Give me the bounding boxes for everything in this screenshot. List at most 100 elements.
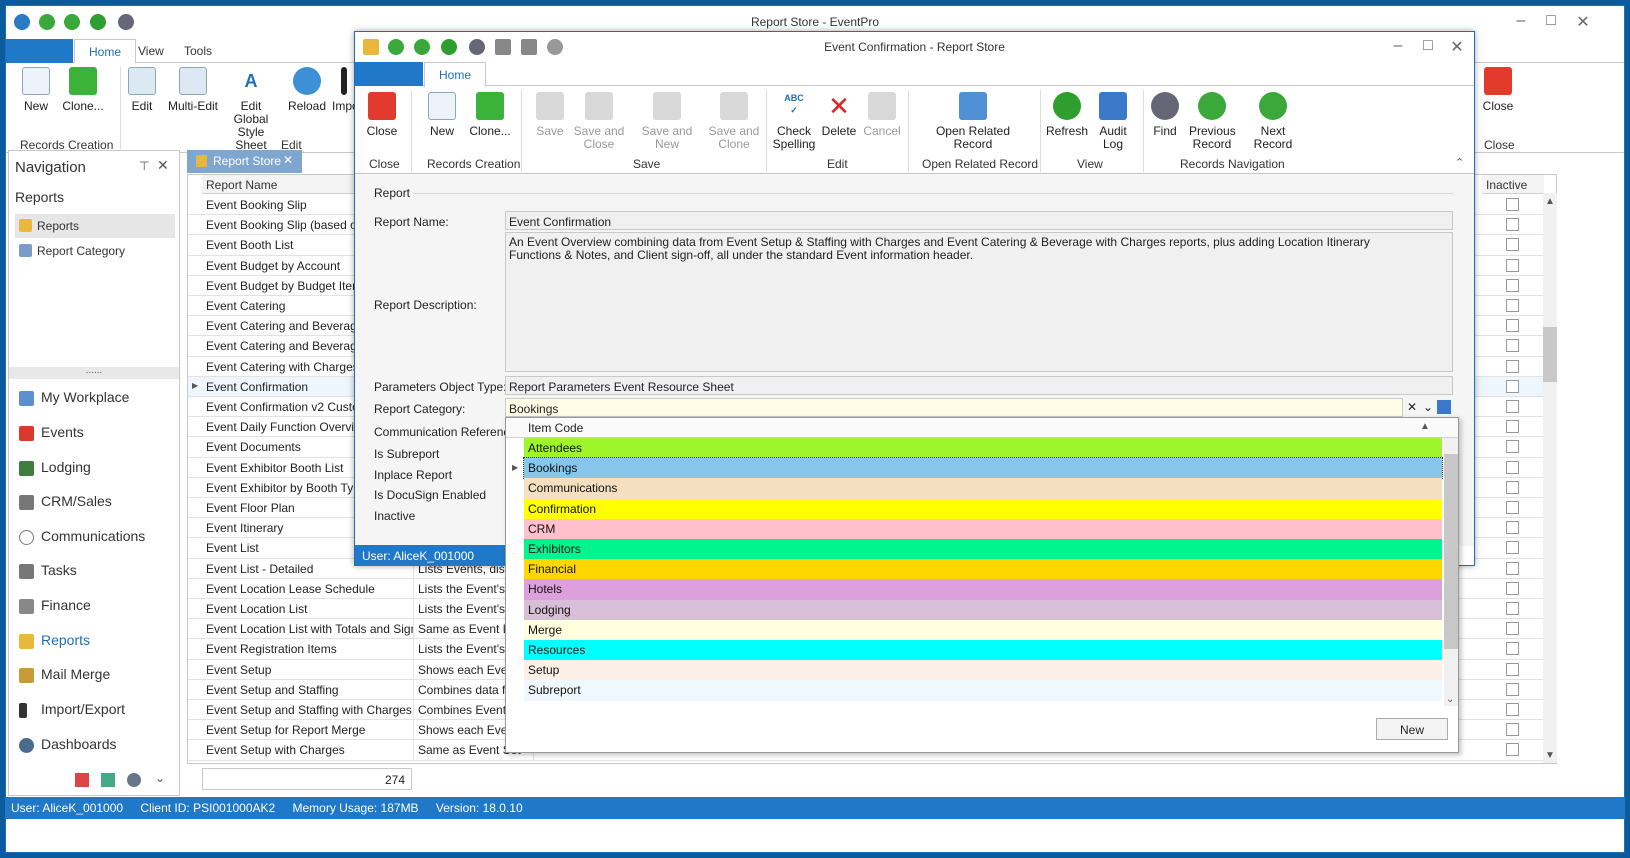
edit-global-style-sheet-button[interactable]: A Edit Global Style Sheet xyxy=(222,67,280,152)
dialog-tab-home[interactable]: Home xyxy=(424,62,487,87)
module-events[interactable]: Events xyxy=(19,424,84,446)
dropdown-scroll-down-icon[interactable]: ⌄ xyxy=(1446,694,1454,705)
dialog-close-icon[interactable]: ✕ xyxy=(1442,37,1472,57)
close-icon[interactable]: ✕ xyxy=(1568,12,1598,32)
new-button[interactable]: New xyxy=(16,67,56,113)
main-close-button[interactable]: Close xyxy=(1476,67,1520,113)
nav-splitter[interactable]: ...... xyxy=(9,366,179,379)
report-name-cell[interactable]: Event Location Lease Schedule xyxy=(202,578,414,599)
next-record-button[interactable]: Next Record xyxy=(1241,92,1305,151)
dropdown-item-communications[interactable]: Communications xyxy=(524,478,1442,499)
inactive-checkbox[interactable] xyxy=(1506,521,1519,535)
dropdown-item-crm[interactable]: CRM xyxy=(524,518,1442,539)
dropdown-item-lodging[interactable]: Lodging xyxy=(524,599,1442,620)
inactive-checkbox[interactable] xyxy=(1506,299,1519,312)
inactive-checkbox[interactable] xyxy=(1506,218,1519,232)
inactive-checkbox[interactable] xyxy=(1506,238,1519,252)
nav-close-icon[interactable]: ✕ xyxy=(157,157,169,174)
document-tab-report-store[interactable]: Report Store ✕ xyxy=(187,150,302,173)
report-name-cell[interactable]: Event Setup and Staffing xyxy=(202,679,414,700)
dialog-new-button[interactable]: New xyxy=(421,92,463,138)
collapse-ribbon-icon[interactable]: ⌃ xyxy=(1455,156,1464,169)
inactive-checkbox[interactable] xyxy=(1506,501,1519,514)
dialog-save-button[interactable]: Save xyxy=(530,92,570,138)
minimize-icon[interactable]: – xyxy=(1506,12,1536,30)
inactive-checkbox[interactable] xyxy=(1506,682,1519,696)
inactive-checkbox[interactable] xyxy=(1506,743,1519,757)
import-button[interactable]: Impo xyxy=(332,67,356,113)
item-code-column-header[interactable]: Item Code xyxy=(528,421,583,435)
dropdown-scroll-thumb[interactable] xyxy=(1444,454,1458,649)
inactive-checkbox[interactable] xyxy=(1506,379,1519,393)
inactive-checkbox[interactable] xyxy=(1506,723,1519,737)
inactive-checkbox[interactable] xyxy=(1506,359,1519,373)
inactive-checkbox[interactable] xyxy=(1506,541,1519,555)
chevron-down-icon[interactable]: ⌄ xyxy=(155,771,165,785)
inactive-checkbox[interactable] xyxy=(1506,703,1519,716)
report-name-cell[interactable]: Event Location List xyxy=(202,599,414,619)
grid-vertical-scrollbar[interactable] xyxy=(1543,193,1557,763)
settings-icon[interactable] xyxy=(127,773,141,787)
report-name-cell[interactable]: Event Setup for Report Merge xyxy=(202,720,414,741)
report-name-cell[interactable]: Event Setup with Charges xyxy=(202,740,414,761)
inactive-checkbox[interactable] xyxy=(1506,622,1519,636)
module-reports[interactable]: Reports xyxy=(19,632,90,654)
report-name-cell[interactable]: Event Registration Items xyxy=(202,639,414,660)
inactive-checkbox[interactable] xyxy=(1506,420,1519,434)
check-spelling-button[interactable]: ABC ✓ Check Spelling xyxy=(771,92,817,151)
category-dropdown-icon[interactable]: ⌄ xyxy=(1423,400,1433,414)
previous-record-button[interactable]: Previous Record xyxy=(1189,92,1236,151)
dialog-refresh-button[interactable]: Refresh xyxy=(1045,92,1089,138)
dialog-cancel-button[interactable]: Cancel xyxy=(861,92,903,138)
column-header-inactive[interactable]: Inactive xyxy=(1482,175,1544,194)
dropdown-item-merge[interactable]: Merge xyxy=(524,619,1442,640)
reload-button[interactable]: Reload xyxy=(286,67,328,113)
clone-button[interactable]: Clone... xyxy=(58,67,108,113)
tab-home[interactable]: Home xyxy=(74,39,137,64)
dropdown-item-setup[interactable]: Setup xyxy=(524,660,1442,681)
dropdown-item-hotels[interactable]: Hotels xyxy=(524,579,1442,600)
scroll-down-icon[interactable]: ▼ xyxy=(1545,750,1555,761)
inactive-checkbox[interactable] xyxy=(1506,662,1519,676)
inactive-checkbox[interactable] xyxy=(1506,319,1519,333)
dropdown-item-confirmation[interactable]: Confirmation xyxy=(524,498,1442,519)
maximize-icon[interactable]: □ xyxy=(1536,12,1566,30)
graph-icon[interactable] xyxy=(101,773,115,787)
module-dashboards[interactable]: Dashboards xyxy=(19,736,117,758)
open-related-record-button[interactable]: Open Related Record xyxy=(930,92,1016,151)
nav-item-reports[interactable]: Reports xyxy=(15,214,175,238)
dialog-save-close-button[interactable]: Save and Close xyxy=(573,92,625,151)
inactive-checkbox[interactable] xyxy=(1506,460,1519,474)
dropdown-item-subreport[interactable]: Subreport xyxy=(524,680,1442,701)
chart-icon[interactable] xyxy=(75,773,89,787)
pin-icon[interactable]: ⊤ xyxy=(139,159,149,173)
dialog-save-clone-button[interactable]: Save and Clone xyxy=(707,92,761,151)
report-name-field[interactable]: Event Confirmation xyxy=(505,211,1453,230)
module-my-workplace[interactable]: My Workplace xyxy=(19,389,129,411)
inactive-checkbox[interactable] xyxy=(1506,258,1519,272)
dialog-clone-button[interactable]: Clone... xyxy=(467,92,513,138)
category-lookup-icon[interactable] xyxy=(1437,400,1451,414)
dialog-minimize-icon[interactable]: – xyxy=(1383,37,1413,55)
edit-button[interactable]: Edit xyxy=(124,67,160,113)
module-finance[interactable]: Finance xyxy=(19,597,91,619)
module-mail-merge[interactable]: Mail Merge xyxy=(19,666,110,688)
inactive-checkbox[interactable] xyxy=(1506,278,1519,292)
file-tab[interactable] xyxy=(6,39,73,63)
inactive-checkbox[interactable] xyxy=(1506,581,1519,595)
inactive-checkbox[interactable] xyxy=(1506,440,1519,454)
module-crm-sales[interactable]: CRM/Sales xyxy=(19,493,112,515)
inactive-checkbox[interactable] xyxy=(1506,642,1519,656)
dropdown-item-financial[interactable]: Financial xyxy=(524,559,1442,580)
inactive-checkbox[interactable] xyxy=(1506,602,1519,615)
tab-tools[interactable]: Tools xyxy=(184,44,212,58)
dialog-find-button[interactable]: Find xyxy=(1147,92,1183,138)
sort-ascending-icon[interactable]: ▲ xyxy=(1420,421,1430,432)
inactive-checkbox[interactable] xyxy=(1506,561,1519,575)
dialog-save-new-button[interactable]: Save and New xyxy=(629,92,705,151)
dropdown-new-button[interactable]: New xyxy=(1376,718,1448,740)
clear-category-icon[interactable]: ✕ xyxy=(1407,400,1417,414)
module-communications[interactable]: Communications xyxy=(19,528,145,550)
scroll-up-icon[interactable]: ▲ xyxy=(1545,196,1555,207)
inactive-checkbox[interactable] xyxy=(1506,400,1519,413)
